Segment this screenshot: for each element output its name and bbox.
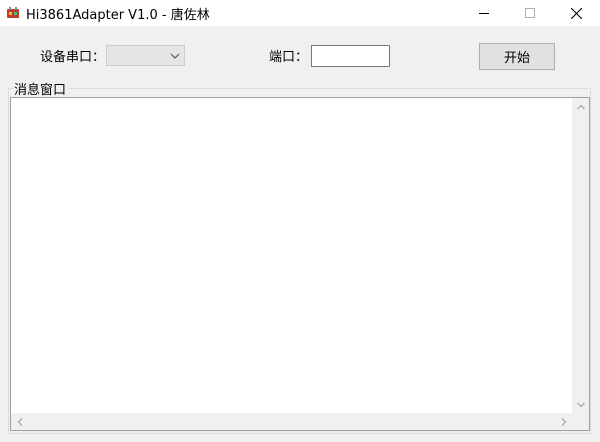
scroll-up-button[interactable] (572, 98, 589, 115)
app-icon (7, 7, 19, 18)
scroll-left-button[interactable] (11, 413, 28, 430)
chevron-right-icon (561, 417, 566, 426)
horizontal-scrollbar[interactable] (11, 413, 572, 430)
title-bar[interactable]: Hi3861Adapter V1.0 - 唐佐林 (0, 0, 600, 26)
chevron-left-icon (17, 417, 22, 426)
port-label: 端口： (269, 50, 309, 65)
app-window: Hi3861Adapter V1.0 - 唐佐林 设备串口： 端口： 开始 消息… (0, 0, 600, 442)
window-title: Hi3861Adapter V1.0 - 唐佐林 (26, 8, 210, 23)
minimize-button[interactable] (461, 0, 507, 26)
message-window-title: 消息窗口 (13, 79, 69, 98)
device-serial-combobox[interactable] (106, 45, 185, 66)
message-textarea[interactable] (10, 97, 590, 431)
scroll-right-button[interactable] (555, 413, 572, 430)
start-button[interactable]: 开始 (479, 43, 555, 70)
maximize-icon (525, 8, 535, 18)
chevron-up-icon (576, 104, 585, 109)
chevron-down-icon (170, 53, 180, 59)
scrollbar-corner (572, 413, 589, 430)
device-serial-label: 设备串口： (40, 50, 106, 65)
close-icon (570, 7, 582, 19)
maximize-button[interactable] (507, 0, 553, 26)
scroll-down-button[interactable] (572, 396, 589, 413)
chevron-down-icon (576, 402, 585, 407)
close-button[interactable] (553, 0, 599, 26)
port-input[interactable] (311, 45, 390, 67)
vertical-scrollbar[interactable] (572, 98, 589, 413)
minimize-icon (479, 13, 489, 14)
